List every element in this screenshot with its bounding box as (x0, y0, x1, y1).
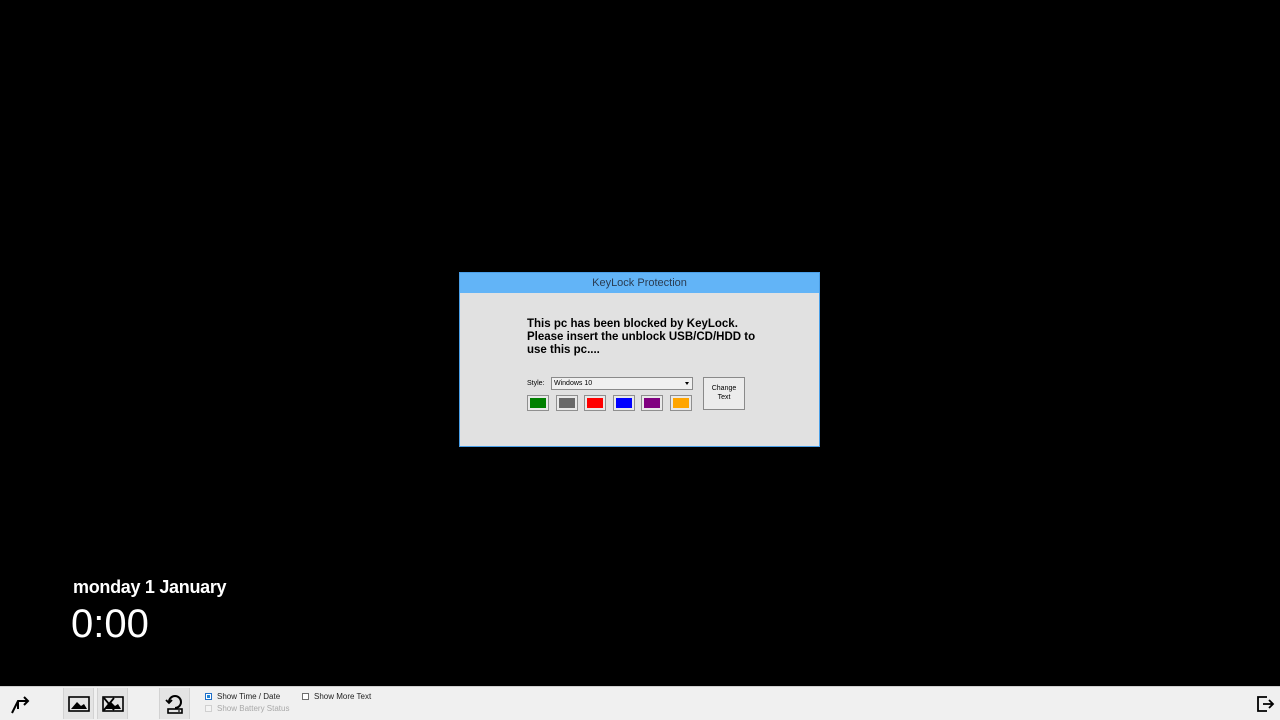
exit-icon (1256, 695, 1274, 712)
keylock-dialog: KeyLock Protection This pc has been bloc… (459, 272, 820, 447)
refresh-drive-icon (164, 694, 183, 714)
date-display: monday 1 January (73, 577, 227, 597)
remove-image-button[interactable] (97, 688, 128, 719)
swatch-orange-button[interactable] (670, 395, 692, 411)
swatch-blue-fill (616, 398, 632, 408)
swatch-gray-fill (559, 398, 575, 408)
show-more-text-option[interactable]: Show More Text (302, 692, 371, 701)
dialog-title: KeyLock Protection (460, 273, 819, 293)
exit-button[interactable] (1249, 688, 1280, 719)
swatch-red-button[interactable] (584, 395, 606, 411)
lock-message: This pc has been blocked by KeyLock. Ple… (527, 318, 756, 356)
show-battery-status-checkbox (205, 705, 212, 712)
swatch-blue-button[interactable] (613, 395, 635, 411)
swatch-gray-button[interactable] (556, 395, 578, 411)
image-button[interactable] (63, 688, 94, 719)
share-arrow-icon (10, 695, 29, 713)
show-battery-status-label: Show Battery Status (217, 704, 290, 713)
swatch-red-fill (587, 398, 603, 408)
style-label: Style: (527, 380, 545, 387)
swatch-orange-fill (673, 398, 689, 408)
swatch-green-fill (530, 398, 546, 408)
swatch-purple-button[interactable] (641, 395, 663, 411)
swatch-green-button[interactable] (527, 395, 549, 411)
time-display: 0:00 (71, 602, 149, 646)
show-time-date-checkbox[interactable] (205, 693, 212, 700)
chevron-down-icon (685, 382, 689, 385)
show-more-text-checkbox[interactable] (302, 693, 309, 700)
refresh-drive-button[interactable] (159, 688, 190, 719)
image-icon (67, 695, 90, 712)
show-time-date-option[interactable]: Show Time / Date (205, 692, 280, 701)
style-dropdown-value: Windows 10 (554, 380, 593, 387)
no-image-icon (101, 695, 124, 712)
show-battery-status-option: Show Battery Status (205, 704, 289, 713)
change-text-button[interactable]: Change Text (703, 377, 745, 410)
share-arrow-button[interactable] (3, 688, 34, 719)
swatch-purple-fill (644, 398, 660, 408)
bottom-toolbar: Show Time / Date Show Battery Status Sho… (0, 686, 1280, 720)
style-dropdown[interactable]: Windows 10 (551, 377, 693, 390)
show-more-text-label: Show More Text (314, 692, 372, 701)
show-time-date-label: Show Time / Date (217, 692, 281, 701)
